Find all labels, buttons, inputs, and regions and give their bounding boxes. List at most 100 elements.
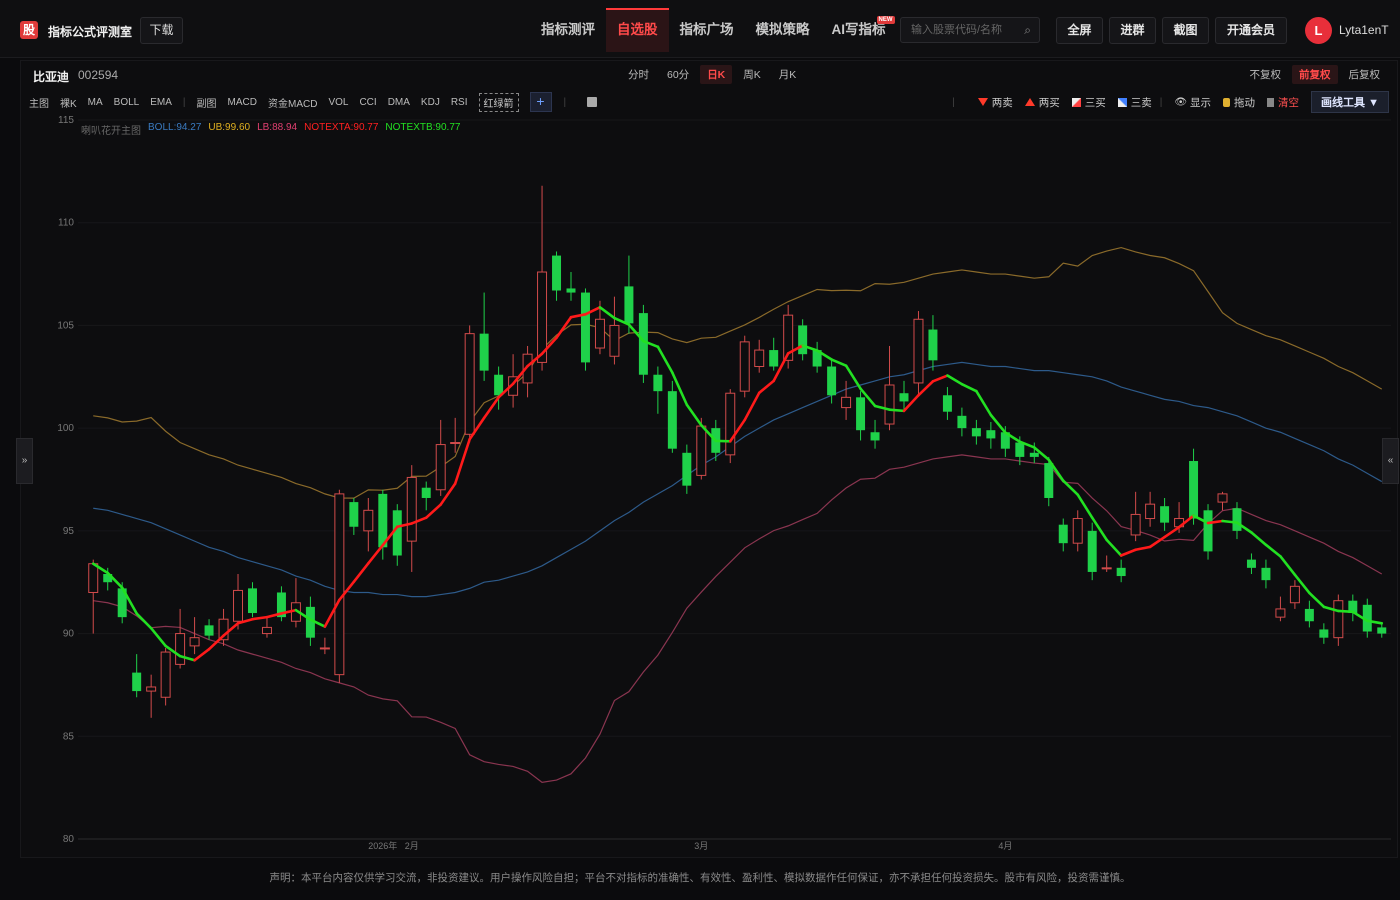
kline-svg[interactable]: 115 110 105 100 95 90 85 80 2026年 2月 3月 4月: [21, 114, 1397, 858]
legend-indicator-name: 喇叭花开主图: [81, 126, 141, 137]
candle-down: [856, 391, 866, 441]
search-icon[interactable]: ⌕: [1024, 18, 1031, 42]
divider: |: [952, 96, 955, 108]
indicator-macd[interactable]: MACD: [228, 97, 257, 108]
triangle-down-icon: [977, 98, 988, 106]
save-icon[interactable]: [587, 97, 598, 107]
nav-indicator-review[interactable]: 指标测评: [530, 8, 606, 52]
nav-ai-indicator[interactable]: AI写指标 NEW: [821, 8, 897, 52]
trend-line-segment: [1337, 609, 1355, 614]
indicator-rsi[interactable]: RSI: [451, 97, 468, 108]
candle-down: [769, 337, 779, 371]
stock-search-input[interactable]: 输入股票代码/名称 ⌕: [900, 17, 1040, 43]
candle-down: [942, 387, 952, 420]
tab-daily[interactable]: 日K: [700, 65, 733, 84]
drawing-toolbar: | 两卖 两买 三买 三卖 | 👁 显示 拖动 清空 画线工具 ▼: [952, 91, 1389, 113]
candle-body: [1116, 567, 1126, 577]
legend-notextb: NOTEXTB:90.77: [385, 122, 461, 133]
avatar[interactable]: L: [1305, 17, 1332, 44]
tab-intraday[interactable]: 分时: [621, 65, 656, 84]
candle-down: [132, 654, 142, 698]
clear-tool[interactable]: 清空: [1267, 95, 1299, 110]
trend-line-segment: [424, 503, 443, 520]
drag-tool[interactable]: 拖动: [1223, 95, 1255, 110]
screenshot-button[interactable]: 截图: [1162, 17, 1209, 44]
username[interactable]: Lyta1enT: [1339, 23, 1389, 37]
disclaimer: 声明：本平台内容仅供学习交流，非投资建议。用户操作风险自担；平台不对指标的准确性…: [269, 872, 1131, 884]
indicator-main-chart[interactable]: 主图: [29, 95, 49, 110]
period-tabs: 分时 60分 日K 周K 月K: [621, 65, 807, 84]
stock-name: 比亚迪: [33, 70, 70, 84]
expand-right-icon[interactable]: «: [1382, 438, 1399, 484]
tab-backward-adjust[interactable]: 后复权: [1342, 65, 1388, 84]
candle-down: [682, 444, 692, 494]
candle-down: [566, 272, 576, 301]
vip-button[interactable]: 开通会员: [1215, 17, 1287, 44]
tab-60min[interactable]: 60分: [660, 65, 696, 84]
tab-no-adjust[interactable]: 不复权: [1243, 65, 1289, 84]
nav-label: 指标广场: [679, 22, 734, 37]
candle-down: [580, 288, 590, 371]
draw-tool-dropdown[interactable]: 画线工具 ▼: [1311, 91, 1389, 113]
search-placeholder: 输入股票代码/名称: [911, 24, 1003, 36]
indicator-ema[interactable]: EMA: [150, 97, 172, 108]
buy3-tool[interactable]: 三买: [1071, 95, 1106, 110]
candle-body: [928, 329, 938, 361]
candle-up: [1275, 596, 1286, 622]
indicator-sub-chart[interactable]: 副图: [197, 95, 217, 110]
candle-down: [798, 319, 808, 361]
candle-down: [653, 366, 663, 414]
nav-indicator-square[interactable]: 指标广场: [669, 8, 745, 52]
trend-line-segment: [555, 315, 573, 340]
indicator-cci[interactable]: CCI: [359, 97, 376, 108]
nav-watchlist[interactable]: 自选股: [606, 8, 669, 52]
add-indicator-button[interactable]: +: [529, 92, 552, 112]
show-tool[interactable]: 👁 显示: [1174, 95, 1211, 110]
line-up-icon: [1071, 97, 1081, 107]
candle-down: [986, 421, 996, 449]
candle-body: [667, 391, 677, 449]
trend-line-segment: [482, 396, 500, 420]
candle-body: [349, 502, 359, 527]
candle-down: [928, 315, 938, 371]
candle-up: [189, 617, 200, 655]
expand-left-icon[interactable]: »: [16, 438, 33, 484]
fullscreen-button[interactable]: 全屏: [1056, 17, 1103, 44]
indicator-red-green-arrow[interactable]: 红绿箭: [478, 92, 519, 112]
candle-up: [363, 497, 374, 552]
indicator-boll[interactable]: BOLL: [114, 97, 140, 108]
line-down-icon: [1117, 97, 1127, 107]
indicator-dma[interactable]: DMA: [388, 97, 410, 108]
download-button[interactable]: 下载: [140, 17, 183, 44]
candle-up: [146, 674, 157, 718]
sell3-tool[interactable]: 三卖: [1117, 95, 1152, 110]
brand-title[interactable]: 指标公式评测室: [48, 23, 132, 40]
buy2-tool[interactable]: 两买: [1024, 95, 1060, 110]
candle-body: [1289, 585, 1300, 604]
candle-body: [175, 633, 186, 665]
tab-forward-adjust[interactable]: 前复权: [1292, 65, 1338, 84]
y-tick-label: 85: [63, 731, 75, 742]
candle-body: [1203, 510, 1213, 552]
kline-chart[interactable]: 喇叭花开主图 BOLL:94.27 UB:99.60 LB:88.94 NOTE…: [21, 114, 1397, 858]
indicator-vol[interactable]: VOL: [328, 97, 348, 108]
indicator-ma[interactable]: MA: [88, 97, 103, 108]
trend-line-segment: [888, 408, 906, 413]
candle-body: [609, 324, 620, 357]
tab-monthly[interactable]: 月K: [772, 65, 804, 84]
sell2-tool[interactable]: 两卖: [977, 95, 1013, 110]
tool-label: 三买: [1084, 96, 1106, 109]
join-group-button[interactable]: 进群: [1109, 17, 1156, 44]
trend-line-segment: [251, 615, 269, 621]
indicator-fund-macd[interactable]: 资金MACD: [268, 95, 317, 110]
logo-icon[interactable]: 股: [20, 21, 38, 39]
nav-simulated-strategy[interactable]: 模拟策略: [745, 8, 821, 52]
candle-body: [798, 325, 808, 355]
candle-body: [827, 366, 837, 396]
candle-up: [1333, 594, 1344, 646]
divider: |: [182, 96, 186, 108]
tab-weekly[interactable]: 周K: [736, 65, 768, 84]
indicator-naked-k[interactable]: 裸K: [60, 95, 77, 110]
trend-line-segment: [1076, 493, 1094, 520]
indicator-kdj[interactable]: KDJ: [421, 97, 440, 108]
